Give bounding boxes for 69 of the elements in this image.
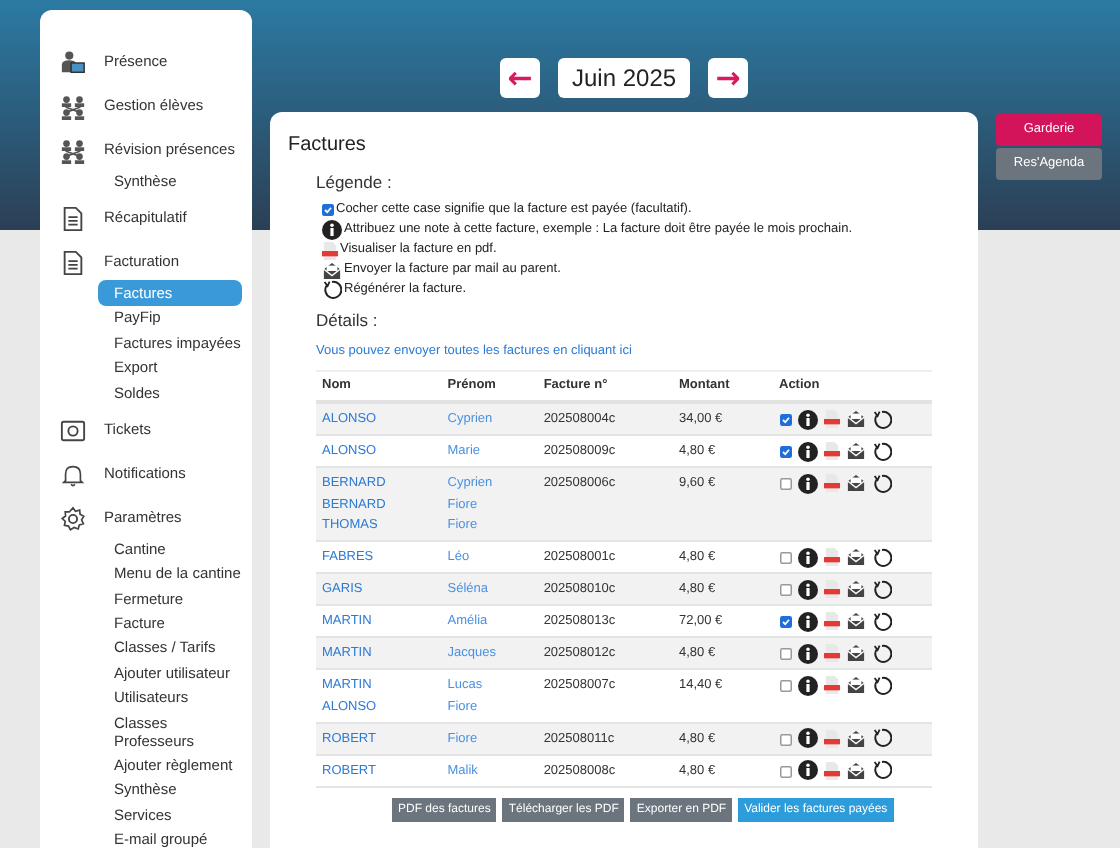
refresh-button[interactable]	[871, 547, 891, 567]
info-button[interactable]	[797, 547, 817, 567]
section-heading: Détails :	[316, 310, 380, 332]
group-icon	[60, 93, 86, 119]
next-month-button[interactable]: →	[708, 58, 749, 98]
paid-checkbox[interactable]	[779, 765, 791, 777]
pdf-file-button[interactable]	[823, 580, 839, 598]
info-button[interactable]	[797, 760, 817, 780]
checkbox-icon	[322, 204, 334, 216]
info-button[interactable]	[797, 473, 817, 493]
pdf-file-button[interactable]	[823, 410, 839, 428]
mail-button[interactable]	[845, 761, 865, 779]
person-icon	[60, 49, 86, 75]
info-button[interactable]	[797, 611, 817, 631]
paid-checkbox[interactable]	[779, 446, 791, 458]
panel-title: Factures	[288, 132, 368, 160]
group-icon	[60, 137, 86, 163]
mail-button[interactable]	[845, 644, 865, 662]
refresh-button[interactable]	[871, 441, 891, 461]
refresh-icon	[322, 280, 342, 300]
mail-button[interactable]	[845, 474, 865, 492]
previous-month-button[interactable]: ←	[500, 58, 540, 98]
info-icon	[322, 220, 342, 240]
section-heading: Légende :	[316, 172, 394, 194]
refresh-button[interactable]	[871, 473, 891, 493]
info-button[interactable]	[797, 579, 817, 599]
info-button[interactable]	[797, 675, 817, 695]
paid-checkbox[interactable]	[779, 648, 791, 660]
month-label: Juin 2025	[558, 58, 691, 98]
pdf-file-button[interactable]	[823, 548, 839, 566]
paid-checkbox[interactable]	[779, 733, 791, 745]
mail-button[interactable]	[845, 612, 865, 630]
paid-checkbox[interactable]	[779, 552, 791, 564]
refresh-button[interactable]	[871, 579, 891, 599]
refresh-button[interactable]	[871, 728, 891, 748]
document-icon	[60, 205, 86, 232]
mail-button[interactable]	[845, 410, 865, 428]
refresh-button[interactable]	[871, 760, 891, 780]
pdf-file-button[interactable]	[823, 612, 839, 630]
pdf-file-button[interactable]	[823, 729, 839, 747]
ticket-icon	[60, 417, 86, 444]
refresh-button[interactable]	[871, 643, 891, 663]
settings-icon	[60, 505, 86, 532]
pdf-file-icon	[322, 241, 338, 259]
pdf-file-button[interactable]	[823, 676, 839, 694]
mail-button[interactable]	[845, 548, 865, 566]
mail-button[interactable]	[845, 580, 865, 598]
pdf-file-button[interactable]	[823, 644, 839, 662]
info-button[interactable]	[797, 441, 817, 461]
bell-icon	[60, 461, 86, 488]
mail-button[interactable]	[845, 676, 865, 694]
paid-checkbox[interactable]	[779, 616, 791, 628]
mail-icon	[322, 261, 342, 279]
paid-checkbox[interactable]	[779, 414, 791, 426]
paid-checkbox[interactable]	[779, 680, 791, 692]
refresh-button[interactable]	[871, 409, 891, 429]
pdf-file-button[interactable]	[823, 761, 839, 779]
info-button[interactable]	[797, 643, 817, 663]
pdf-file-button[interactable]	[823, 442, 839, 460]
document-icon	[60, 249, 86, 276]
mail-button[interactable]	[845, 729, 865, 747]
paid-checkbox[interactable]	[779, 478, 791, 490]
refresh-button[interactable]	[871, 611, 891, 631]
mail-button[interactable]	[845, 442, 865, 460]
info-button[interactable]	[797, 728, 817, 748]
pdf-file-button[interactable]	[823, 474, 839, 492]
paid-checkbox[interactable]	[779, 584, 791, 596]
info-button[interactable]	[797, 409, 817, 429]
refresh-button[interactable]	[871, 675, 891, 695]
